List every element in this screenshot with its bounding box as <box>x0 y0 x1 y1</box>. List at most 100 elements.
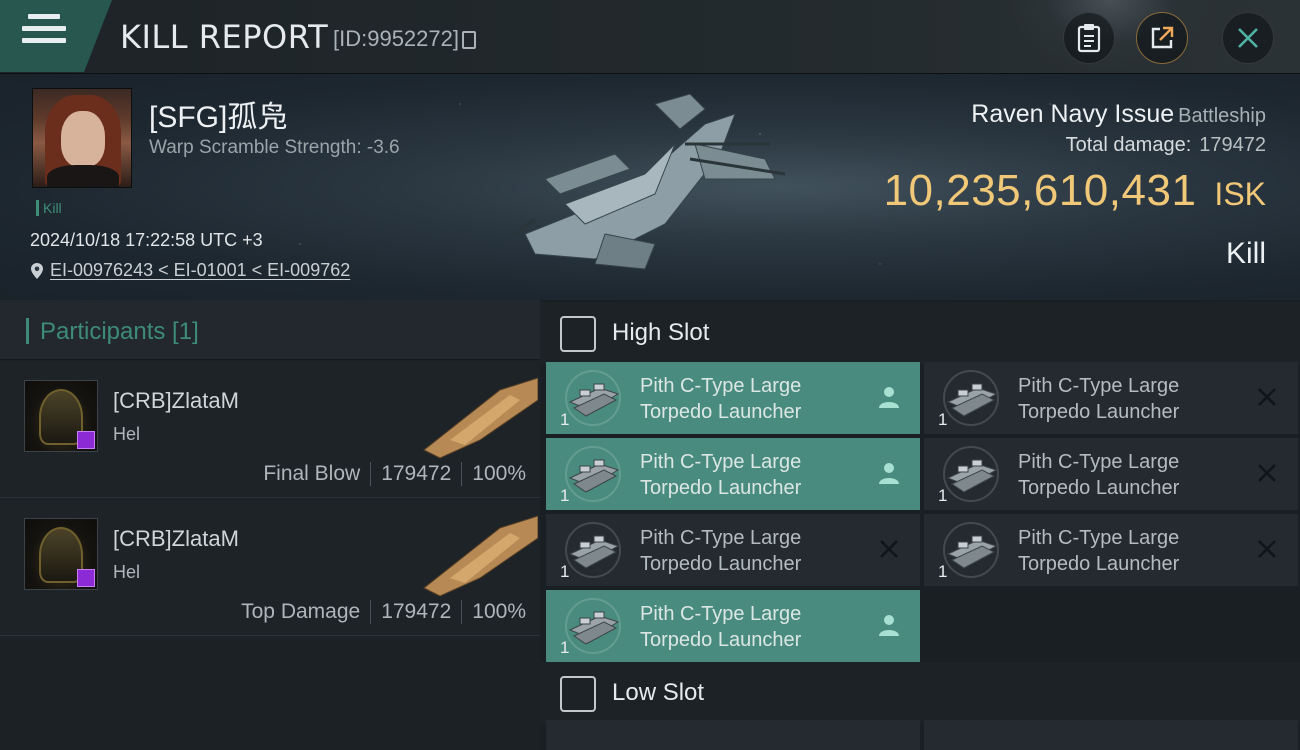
participant-ship: Hel <box>113 562 141 582</box>
clipboard-button[interactable] <box>1063 12 1115 64</box>
high-slot-module[interactable]: 1 Pith C-Type Large Torpedo Launcher <box>546 438 920 510</box>
high-slot-module[interactable]: 1 Pith C-Type Large Torpedo Launcher <box>924 514 1298 586</box>
victim-portrait[interactable] <box>32 88 132 188</box>
module-name: Pith C-Type Large Torpedo Launcher <box>1018 449 1238 501</box>
participant-name[interactable]: [CRB]ZlataM <box>113 526 239 552</box>
isk-unit: ISK <box>1214 176 1266 212</box>
result-label: Kill <box>1225 237 1266 270</box>
participant-avatar[interactable] <box>24 380 98 452</box>
page-title: KILL REPORT <box>120 18 329 56</box>
share-icon <box>1151 26 1174 49</box>
total-damage: Total damage: 179472 <box>1066 134 1266 157</box>
torpedo-launcher-icon <box>560 444 626 504</box>
participant-row[interactable]: [CRB]ZlataM Hel Top Damage 179472 100% <box>0 500 540 636</box>
destroyed-x-icon <box>1254 536 1280 562</box>
isk-amount: 10,235,610,431 <box>883 166 1197 215</box>
low-slot-header: Low Slot <box>540 662 1300 724</box>
kill-location[interactable]: EI-00976243 < EI-01001 < EI-009762 <box>30 260 350 281</box>
module-name: Pith C-Type Large Torpedo Launcher <box>640 449 860 501</box>
module-name-line1: Pith C-Type Large <box>1018 527 1180 549</box>
participant-row[interactable]: [CRB]ZlataM Hel Final Blow 179472 100% <box>0 362 540 498</box>
module-quantity: 1 <box>938 410 948 429</box>
module-name-line2: Torpedo Launcher <box>1018 401 1180 423</box>
module-name-line1: Pith C-Type Large <box>1018 375 1180 397</box>
high-slot-title: High Slot <box>612 319 710 346</box>
fitting-panel: High Slot 1 Pith C-Type Large Torpedo Laun… <box>540 300 1300 750</box>
participant-ship-image <box>423 515 538 597</box>
participant-percent: 100% <box>472 600 526 623</box>
module-name-line2: Torpedo Launcher <box>640 629 802 651</box>
torpedo-launcher-icon <box>938 368 1004 428</box>
module-name-line2: Torpedo Launcher <box>640 401 802 423</box>
module-name-line1: Pith C-Type Large <box>640 451 802 473</box>
total-damage-label: Total damage: <box>1065 134 1192 156</box>
high-slot-module[interactable]: 1 Pith C-Type Large Torpedo Launcher <box>924 362 1298 434</box>
module-name-line2: Torpedo Launcher <box>640 553 802 575</box>
dropped-person-icon <box>876 384 902 410</box>
dropped-person-icon <box>876 460 902 486</box>
module-quantity: 1 <box>560 410 570 429</box>
torpedo-launcher-icon <box>560 368 626 428</box>
participant-stats: Top Damage 179472 100% <box>241 600 526 624</box>
low-slot-title: Low Slot <box>612 679 705 706</box>
participant-ship-image <box>423 377 538 459</box>
share-button[interactable] <box>1136 12 1188 64</box>
low-slot-icon <box>560 676 596 712</box>
participants-header: Participants [1] <box>0 300 540 360</box>
low-slot-module[interactable] <box>924 720 1298 750</box>
participant-damage: 179472 <box>381 462 452 485</box>
torpedo-launcher-icon <box>560 520 626 580</box>
torpedo-launcher-icon <box>938 444 1004 504</box>
victim-name[interactable]: [SFG]孤凫 <box>149 92 287 136</box>
high-slot-module[interactable]: 1 Pith C-Type Large Torpedo Launcher <box>546 362 920 434</box>
destroyed-x-icon <box>876 536 902 562</box>
victim-banner: [SFG]孤凫 Warp Scramble Strength: -3.6 Kil… <box>0 74 1300 300</box>
kill-tag: Kill <box>36 200 62 216</box>
low-slot-module[interactable] <box>546 720 920 750</box>
close-button[interactable] <box>1222 12 1274 64</box>
victim-ship-name[interactable]: Raven Navy Issue Battleship <box>971 100 1266 129</box>
participant-role: Top Damage <box>241 600 361 623</box>
module-quantity: 1 <box>938 486 948 505</box>
participant-stats: Final Blow 179472 100% <box>263 462 526 486</box>
high-slot-module[interactable]: 1 Pith C-Type Large Torpedo Launcher <box>546 590 920 662</box>
high-slot-module[interactable]: 1 Pith C-Type Large Torpedo Launcher <box>924 438 1298 510</box>
faction-badge-icon <box>77 431 95 449</box>
module-name-line1: Pith C-Type Large <box>1018 451 1180 473</box>
hamburger-menu-icon[interactable] <box>22 14 66 54</box>
high-slot-module[interactable]: 1 Pith C-Type Large Torpedo Launcher <box>546 514 920 586</box>
location-text[interactable]: EI-00976243 < EI-01001 < EI-009762 <box>50 260 350 281</box>
kill-report-window: KILL REPORT [ID:9952272] [SFG]孤凫 Warp Sc… <box>0 0 1300 750</box>
participant-percent: 100% <box>472 462 526 485</box>
copy-icon[interactable] <box>461 31 476 49</box>
participants-title: Participants [1] <box>40 318 199 345</box>
module-name: Pith C-Type Large Torpedo Launcher <box>640 373 860 425</box>
module-name: Pith C-Type Large Torpedo Launcher <box>640 601 860 653</box>
module-name: Pith C-Type Large Torpedo Launcher <box>640 525 860 577</box>
header-bar: KILL REPORT [ID:9952272] <box>0 0 1300 74</box>
module-name: Pith C-Type Large Torpedo Launcher <box>1018 373 1238 425</box>
participant-name[interactable]: [CRB]ZlataM <box>113 388 239 414</box>
module-quantity: 1 <box>560 486 570 505</box>
module-name-line1: Pith C-Type Large <box>640 527 802 549</box>
module-quantity: 1 <box>560 562 570 581</box>
kill-datetime: 2024/10/18 17:22:58 UTC +3 <box>30 230 263 250</box>
participant-ship: Hel <box>113 424 141 444</box>
location-pin-icon <box>31 262 43 279</box>
destroyed-x-icon <box>1254 460 1280 486</box>
participant-avatar[interactable] <box>24 518 98 590</box>
participant-role: Final Blow <box>263 462 361 485</box>
report-id-text: [ID:9952272] <box>333 26 459 51</box>
report-id[interactable]: [ID:9952272] <box>333 26 476 52</box>
module-quantity: 1 <box>560 638 570 657</box>
module-name-line1: Pith C-Type Large <box>640 375 802 397</box>
module-name-line2: Torpedo Launcher <box>1018 477 1180 499</box>
total-damage-value: 179472 <box>1199 134 1266 156</box>
module-name-line1: Pith C-Type Large <box>640 603 802 625</box>
victim-ship-image <box>514 93 786 270</box>
module-name: Pith C-Type Large Torpedo Launcher <box>1018 525 1238 577</box>
torpedo-launcher-icon <box>938 520 1004 580</box>
module-name-line2: Torpedo Launcher <box>1018 553 1180 575</box>
ship-class: Battleship <box>1178 105 1266 127</box>
warp-scramble-strength: Warp Scramble Strength: -3.6 <box>149 137 400 158</box>
